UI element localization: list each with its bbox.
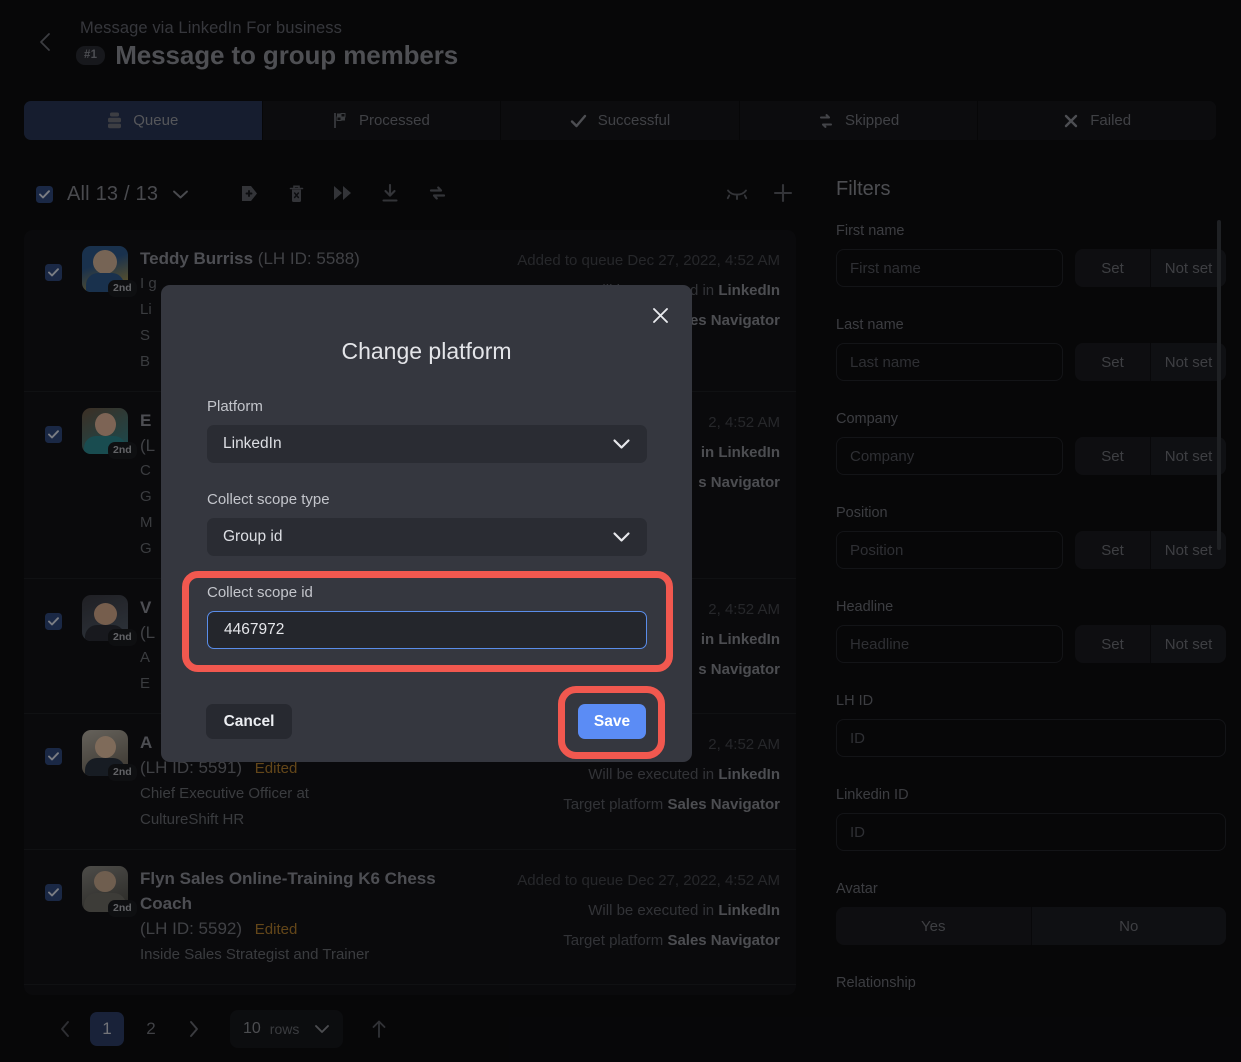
change-platform-dialog: Change platform Platform LinkedIn Collec…	[161, 285, 692, 762]
scope-type-label: Collect scope type	[207, 491, 647, 508]
chevron-down-icon	[612, 438, 631, 450]
cancel-button[interactable]: Cancel	[206, 704, 292, 739]
close-icon[interactable]	[646, 301, 674, 329]
scope-type-field: Collect scope type Group id	[207, 491, 647, 556]
scope-id-input[interactable]	[207, 611, 647, 649]
platform-select[interactable]: LinkedIn	[207, 425, 647, 463]
scope-id-label: Collect scope id	[207, 584, 647, 601]
scope-id-field: Collect scope id	[207, 584, 647, 649]
chevron-down-icon	[612, 531, 631, 543]
app-root: Message via LinkedIn For business #1 Mes…	[0, 0, 1241, 1062]
scope-type-select[interactable]: Group id	[207, 518, 647, 556]
platform-value: LinkedIn	[223, 435, 282, 453]
scope-type-value: Group id	[223, 528, 282, 546]
save-button[interactable]: Save	[578, 704, 646, 739]
platform-label: Platform	[207, 398, 647, 415]
dialog-title: Change platform	[161, 338, 692, 365]
platform-field: Platform LinkedIn	[207, 398, 647, 463]
